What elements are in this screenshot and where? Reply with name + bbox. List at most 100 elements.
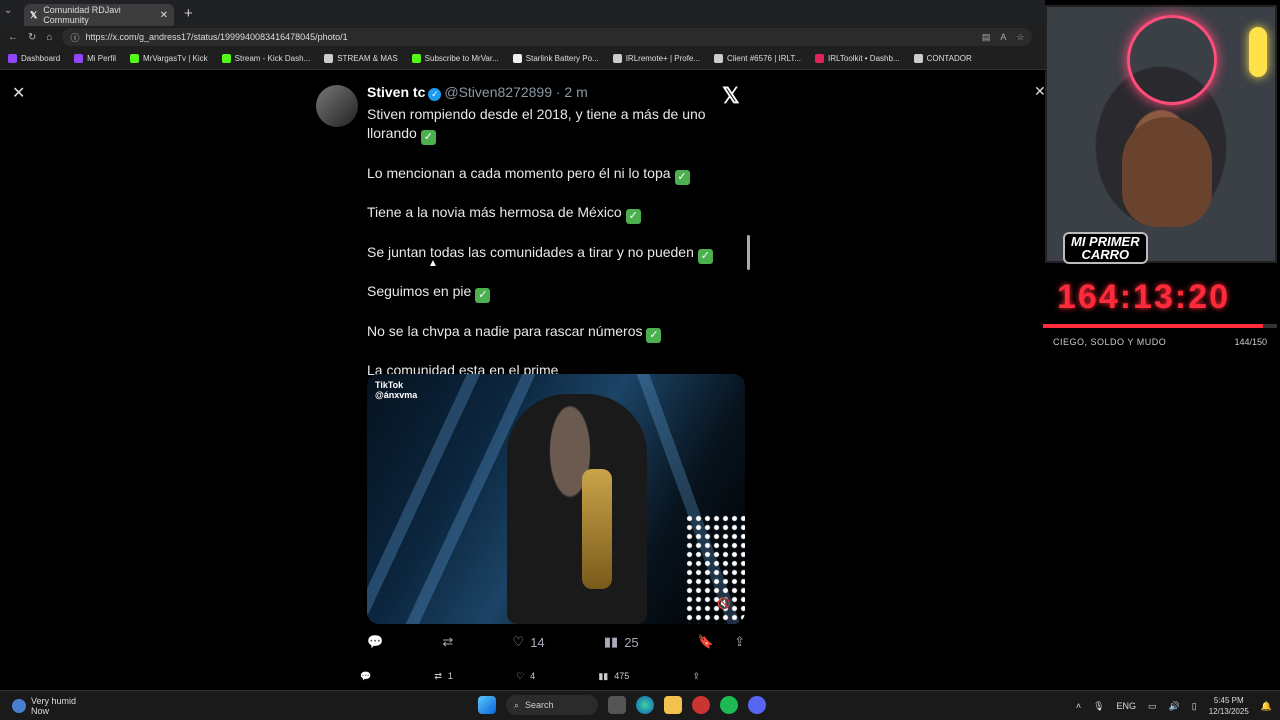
bookmark-favicon-icon [512,54,522,63]
bookmark-item[interactable]: Dashboard [8,54,60,63]
outer-reply-button[interactable]: 💬 [360,671,371,682]
spotify-icon[interactable] [720,696,738,714]
outer-view-count: 475 [614,671,630,681]
timer-subtitle: CIEGO, SOLDO Y MUDO [1053,337,1167,347]
retweet-button[interactable]: ⇄ [442,634,453,650]
outer-retweet-button[interactable]: ⇄ 1 [434,671,453,682]
bookmark-favicon-icon [324,54,334,63]
tweet-line: No se la chvpa a nadie para rascar númer… [367,322,747,343]
url-field[interactable]: ⓘ https://x.com/g_andress17/status/19999… [62,28,1033,46]
tweet-actions: 💬 ⇄ ♡ 14 ▮▮ 25 🔖 ⇪ [367,630,745,654]
address-toolbar: ← ↻ ⌂ ⓘ https://x.com/g_andress17/status… [0,26,1045,48]
check-mark-icon: ✓ [646,327,662,343]
new-tab-icon[interactable]: + [184,5,193,22]
discord-icon[interactable] [748,696,766,714]
reader-icon[interactable]: ▤ [982,32,991,43]
tweet-header: Stiven tc ✓ @Stiven8272899 · 2 m [367,84,588,101]
bookmark-favicon-icon [612,54,622,63]
views-button[interactable]: ▮▮ 25 [604,634,639,650]
weather-title: Very humid [31,696,77,706]
network-icon[interactable]: ▭ [1148,701,1157,712]
system-tray: ˄ 🎙 ENG ▭ 🔊 ▯ 5:45 PM 12/13/2025 🔔 [1076,695,1272,717]
goal-badge: MI PRIMER CARRO [1063,232,1148,264]
app-icon[interactable] [692,696,710,714]
close-panel-icon[interactable]: ✕ [1034,83,1046,100]
task-view-icon[interactable] [608,696,626,714]
edge-icon[interactable] [636,696,654,714]
reload-icon[interactable]: ↻ [28,32,36,43]
webcam-feed: MI PRIMER CARRO [1045,5,1277,264]
outer-share-button[interactable]: ⇪ [692,671,700,682]
notifications-icon[interactable]: 🔔 [1261,701,1272,712]
bookmark-item[interactable]: Client #6576 | IRLT... [714,54,801,63]
trophy-shape [582,469,612,589]
file-explorer-icon[interactable] [664,696,682,714]
tiktok-watermark: TikTok @ánxvma [375,380,418,400]
bookmark-label: Client #6576 | IRLT... [727,54,802,63]
tweet-line: Se juntan todas las comunidades a tirar … [367,243,747,264]
verified-badge-icon: ✓ [428,88,442,101]
bookmark-item[interactable]: IRLToolkit • Dashb... [815,54,900,63]
favorite-star-icon[interactable]: ☆ [1016,32,1024,43]
bookmark-favicon-icon [130,54,140,63]
bookmark-item[interactable]: MrVargasTv | Kick [130,54,208,63]
site-info-icon[interactable]: ⓘ [70,31,79,44]
read-aloud-icon[interactable]: A [1000,32,1006,43]
outer-like-count: 4 [530,671,536,681]
close-viewer-icon[interactable]: ✕ [12,83,25,103]
windows-start-icon[interactable] [478,696,496,714]
reply-icon: 💬 [360,670,372,681]
author-name[interactable]: Stiven tc [367,84,425,100]
bookmark-label: Dashboard [21,54,61,63]
share-icon: ⇪ [692,670,700,681]
heart-icon: ♡ [516,670,525,681]
bookmark-item[interactable]: Stream - Kick Dash... [221,54,310,63]
share-icon[interactable]: ⇪ [734,634,745,650]
home-icon[interactable]: ⌂ [46,32,52,43]
volume-icon[interactable]: 🔊 [1169,701,1180,712]
tray-chevron-icon[interactable]: ˄ [1076,701,1081,711]
back-icon[interactable]: ← [8,32,18,43]
taskbar-search[interactable]: ⌕ Search [506,695,598,715]
retweet-icon: ⇄ [434,670,442,681]
reply-button[interactable]: 💬 [367,634,383,650]
mute-icon[interactable]: 🔇 [717,597,731,610]
bookmark-item[interactable]: Starlink Battery Po... [512,54,599,63]
bookmark-label: MrVargasTv | Kick [143,54,208,63]
bookmark-icon[interactable]: 🔖 [698,634,714,650]
bookmark-label: Mi Perfil [87,54,117,63]
tab-close-icon[interactable]: ✕ [160,10,168,21]
tab-list-chevron-icon[interactable]: ⌄ [4,5,12,16]
weather-widget[interactable]: Very humid Now [12,696,76,716]
tweet-video[interactable]: TikTok @ánxvma 🔇 [367,374,745,624]
bookmark-item[interactable]: STREAM & MAS [324,54,398,63]
timer-progress-bar [1043,324,1263,328]
bookmark-item[interactable]: Mi Perfil [74,54,116,63]
outer-views-button[interactable]: ▮▮ 475 [598,671,629,682]
clock[interactable]: 5:45 PM 12/13/2025 [1209,695,1249,717]
author-handle[interactable]: @Stiven8272899 [444,84,552,100]
neon-sign [1127,15,1217,105]
like-button[interactable]: ♡ 14 [513,634,545,650]
tweet-line: Stiven rompiendo desde el 2018, y tiene … [367,106,706,145]
bookmark-item[interactable]: CONTADOR [913,54,972,63]
battery-icon[interactable]: ▯ [1192,701,1197,712]
tweet-time[interactable]: · 2 m [556,84,588,100]
tab-title: Comunidad RDJavi Community [43,5,121,25]
avatar[interactable] [316,85,358,127]
bookmark-favicon-icon [411,54,421,63]
microphone-icon[interactable]: 🎙 [1093,701,1104,712]
post-actions: 💬 ⇄ 1 ♡ 4 ▮▮ 475 ⇪ [360,667,700,685]
outer-like-button[interactable]: ♡ 4 [516,671,535,682]
bookmark-item[interactable]: IRLremote+ | Profe... [612,54,700,63]
check-mark-icon: ✓ [475,288,491,303]
bookmark-favicon-icon [8,54,17,63]
language-indicator[interactable]: ENG [1117,701,1137,711]
check-mark-icon: ✓ [625,209,641,224]
video-subject [507,394,647,624]
heart-icon: ♡ [512,634,525,649]
bookmark-item[interactable]: Subscribe to MrVar... [411,54,499,63]
view-count: 25 [624,634,639,650]
scrollbar[interactable] [747,235,750,270]
tab-active[interactable]: 𝕏 Comunidad RDJavi Community ✕ [24,4,174,26]
